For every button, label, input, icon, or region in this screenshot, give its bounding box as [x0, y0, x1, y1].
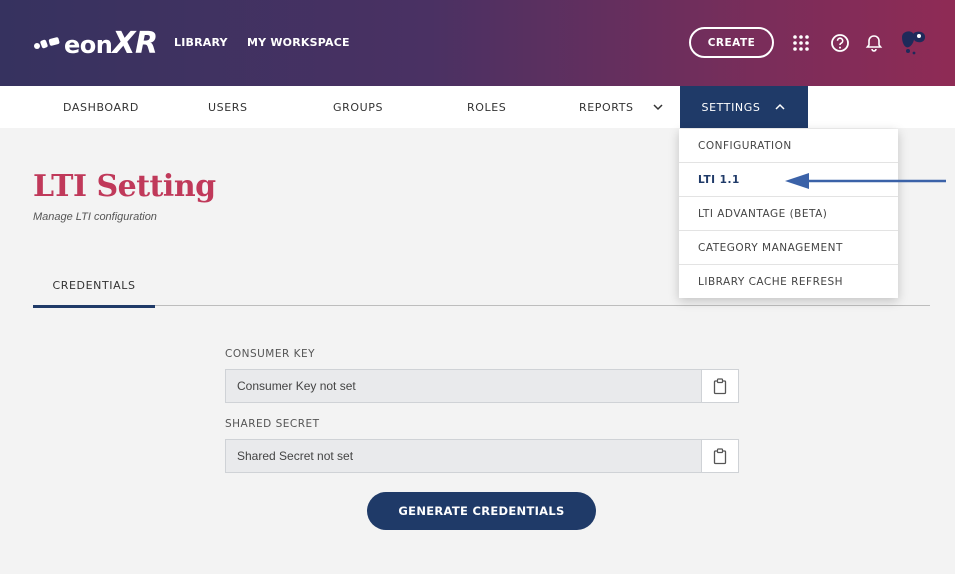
eonxr-logo[interactable]: eonXR [33, 26, 158, 61]
apps-grid-icon[interactable] [790, 32, 812, 54]
menu-item-category-management[interactable]: CATEGORY MANAGEMENT [679, 231, 898, 265]
chevron-up-icon [775, 103, 786, 110]
copy-shared-secret-button[interactable] [701, 439, 739, 473]
consumer-key-field[interactable]: Consumer Key not set [225, 369, 701, 403]
annotation-arrow-icon [785, 173, 946, 189]
tab-credentials[interactable]: CREDENTIALS [33, 272, 155, 308]
library-link[interactable]: LIBRARY [174, 36, 228, 49]
admin-nav-bar: DASHBOARD USERS GROUPS ROLES REPORTS SET… [0, 86, 955, 128]
help-icon[interactable] [829, 32, 851, 54]
settings-dropdown-menu: CONFIGURATION LTI 1.1 LTI ADVANTAGE (BET… [679, 129, 898, 298]
consumer-key-label: CONSUMER KEY [225, 348, 316, 360]
nav-roles[interactable]: ROLES [467, 86, 506, 128]
clipboard-icon [713, 377, 727, 394]
logo-mark-icon [34, 37, 60, 49]
clipboard-icon [713, 447, 727, 464]
logo-text: eon [64, 30, 113, 59]
notifications-bell-icon[interactable] [863, 32, 885, 54]
chevron-down-icon [653, 104, 663, 111]
nav-users[interactable]: USERS [208, 86, 248, 128]
avatar[interactable] [898, 27, 930, 57]
nav-settings-label: SETTINGS [701, 100, 761, 114]
nav-settings[interactable]: SETTINGS [680, 86, 808, 128]
generate-credentials-button[interactable]: GENERATE CREDENTIALS [367, 492, 596, 530]
nav-reports-label: REPORTS [579, 100, 634, 114]
create-button[interactable]: CREATE [689, 27, 774, 58]
menu-item-lti-advantage[interactable]: LTI ADVANTAGE (BETA) [679, 197, 898, 231]
top-header: eonXR LIBRARY MY WORKSPACE CREATE [0, 0, 955, 86]
shared-secret-label: SHARED SECRET [225, 418, 320, 430]
nav-groups[interactable]: GROUPS [333, 86, 383, 128]
nav-reports[interactable]: REPORTS [579, 86, 664, 128]
shared-secret-field[interactable]: Shared Secret not set [225, 439, 701, 473]
my-workspace-link[interactable]: MY WORKSPACE [247, 36, 350, 49]
page-title: LTI Setting [33, 169, 216, 204]
tabs-divider [33, 305, 930, 306]
page-subtitle: Manage LTI configuration [33, 211, 157, 223]
logo-xr-text: XR [112, 25, 158, 61]
menu-item-library-cache-refresh[interactable]: LIBRARY CACHE REFRESH [679, 265, 898, 299]
nav-dashboard[interactable]: DASHBOARD [63, 86, 139, 128]
menu-item-configuration[interactable]: CONFIGURATION [679, 129, 898, 163]
copy-consumer-key-button[interactable] [701, 369, 739, 403]
